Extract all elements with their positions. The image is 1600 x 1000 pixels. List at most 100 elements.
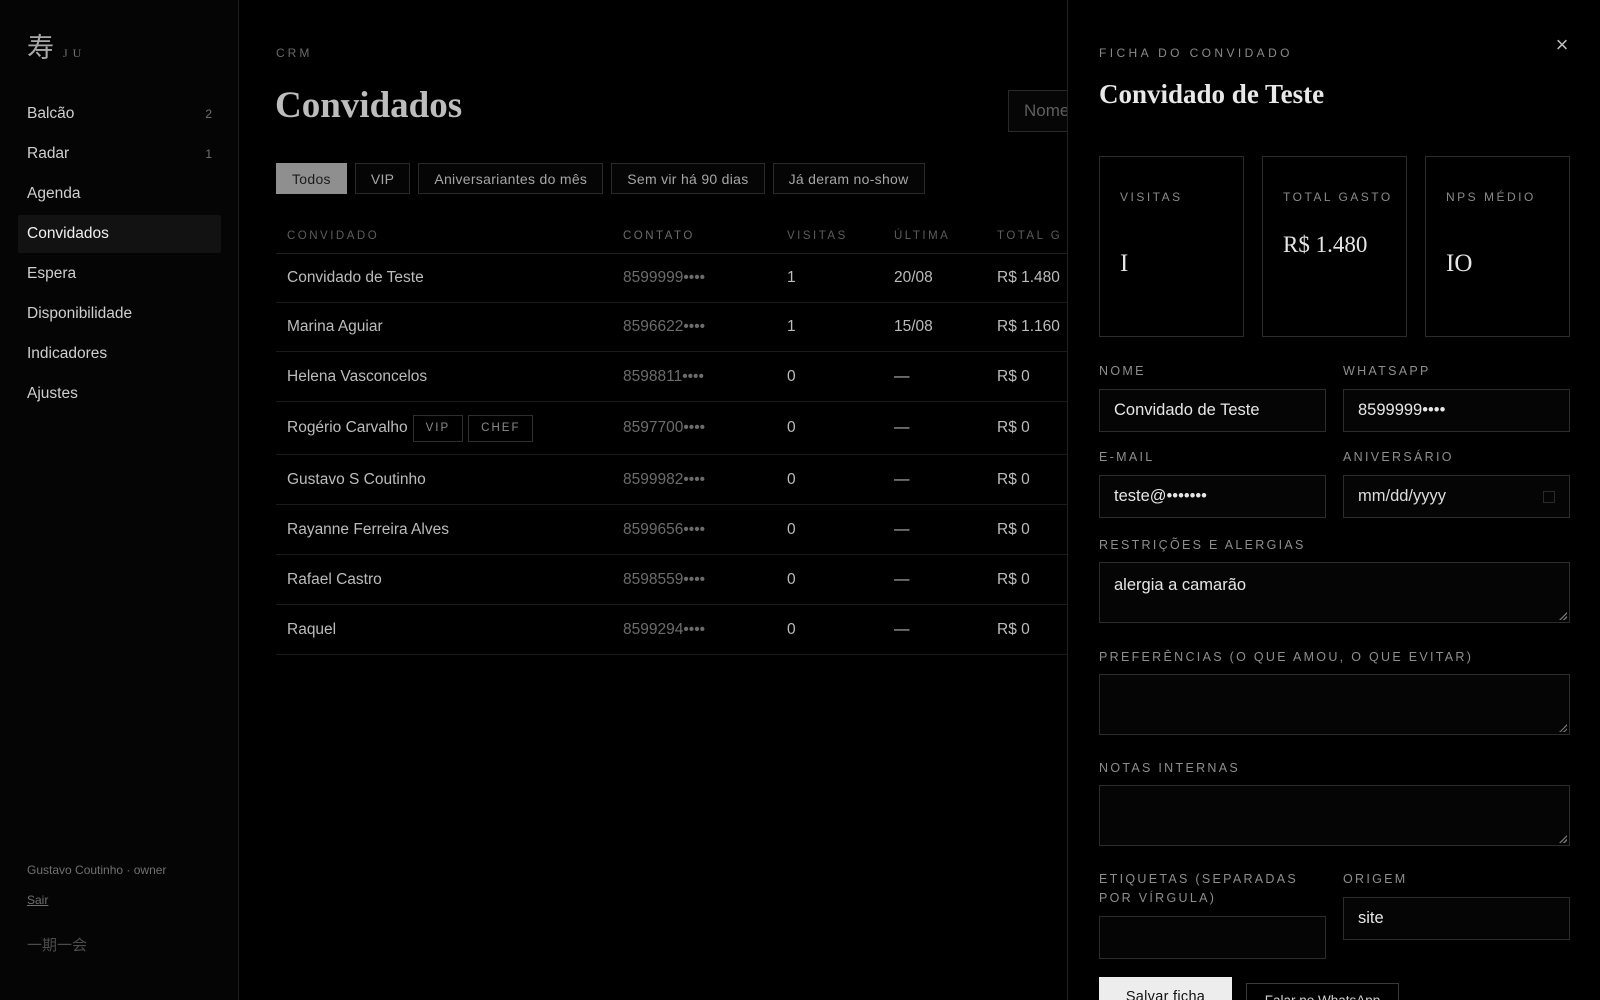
sidebar-item-label: Agenda (27, 185, 81, 202)
guest-contact: 8599656•••• (623, 520, 706, 538)
date-placeholder: mm/dd/yyyy (1358, 487, 1447, 505)
guest-name-text: Gustavo S Coutinho (287, 470, 426, 488)
brand-text: JU (63, 46, 87, 60)
resize-handle-icon[interactable] (1559, 612, 1567, 620)
restricoes-label: RESTRIÇÕES E ALERGIAS (1099, 538, 1306, 552)
email-label: E-MAIL (1099, 450, 1155, 464)
column-header-visitas[interactable]: VISITAS (787, 230, 894, 242)
guest-last-visit: — (894, 620, 910, 638)
guest-contact: 8599294•••• (623, 620, 706, 638)
main-content: CRM Convidados Todos VIP Aniversariantes… (240, 0, 1128, 1000)
table-row[interactable]: Rayanne Ferreira Alves 8599656•••• 0 — R… (276, 505, 1096, 555)
etiquetas-label-line-1: ETIQUETAS (SEPARADAS (1099, 872, 1299, 886)
sidebar-item-radar[interactable]: Radar 1 (18, 135, 221, 173)
stat-card-total-gasto: TOTAL GASTO R$ 1.480 (1262, 156, 1407, 337)
filter-aniversariantes[interactable]: Aniversariantes do mês (418, 163, 604, 194)
guest-last-visit: — (894, 367, 910, 385)
guest-contact: 8599999•••• (623, 269, 706, 286)
origem-label: ORIGEM (1343, 872, 1408, 886)
table-row[interactable]: Marina Aguiar 8596622•••• 1 15/08 R$ 1.1… (276, 303, 1096, 352)
sidebar-item-espera[interactable]: Espera (18, 255, 221, 293)
table-row[interactable]: Rafael Castro 8598559•••• 0 — R$ 0 (276, 555, 1096, 605)
brand-logo[interactable]: 寿 JU (27, 26, 86, 65)
restricoes-textarea[interactable]: alergia a camarão (1099, 562, 1570, 623)
aniversario-label: ANIVERSÁRIO (1343, 450, 1454, 464)
column-header-convidado[interactable]: CONVIDADO (276, 230, 623, 242)
stat-value: R$ 1.480 (1283, 232, 1368, 257)
filter-sem-vir-90-dias[interactable]: Sem vir há 90 dias (611, 163, 765, 194)
guest-name: Rayanne Ferreira Alves (276, 521, 623, 539)
sidebar-item-count: 1 (205, 147, 212, 161)
guest-visits: 0 (787, 570, 796, 588)
close-icon[interactable]: × (1550, 32, 1574, 57)
calendar-icon[interactable] (1543, 491, 1555, 503)
guest-visits: 1 (787, 269, 796, 286)
guest-name: Gustavo S Coutinho (276, 471, 623, 489)
filter-no-show[interactable]: Já deram no-show (772, 163, 925, 194)
email-field[interactable]: teste@••••••• (1099, 475, 1326, 518)
stat-value: I (1120, 250, 1129, 277)
guest-detail-drawer: FICHA DO CONVIDADO Convidado de Teste × … (1067, 0, 1600, 1000)
resize-handle-icon[interactable] (1559, 835, 1567, 843)
whatsapp-button[interactable]: Falar no WhatsApp (1246, 983, 1399, 1000)
table-row[interactable]: Gustavo S Coutinho 8599982•••• 0 — R$ 0 (276, 455, 1096, 505)
page-title: Convidados (275, 85, 463, 126)
etiquetas-field[interactable] (1099, 916, 1326, 959)
sidebar-item-agenda[interactable]: Agenda (18, 175, 221, 213)
guest-last-visit: — (894, 419, 910, 436)
notas-textarea[interactable] (1099, 785, 1570, 846)
etiquetas-label-line-2: POR VÍRGULA) (1099, 891, 1217, 905)
column-header-contato[interactable]: CONTATO (623, 230, 787, 242)
sidebar-item-label: Balcão (27, 105, 75, 122)
aniversario-date-field[interactable]: mm/dd/yyyy (1343, 475, 1570, 518)
sidebar-item-label: Convidados (27, 225, 109, 242)
sidebar: 寿 JU Balcão 2 Radar 1 Agenda Convidados … (0, 0, 239, 1000)
table-row[interactable]: Raquel 8599294•••• 0 — R$ 0 (276, 605, 1096, 655)
origem-field[interactable]: site (1343, 897, 1570, 940)
guest-name-text: Raquel (287, 620, 337, 638)
save-button[interactable]: Salvar ficha (1099, 977, 1232, 1000)
logout-link[interactable]: Sair (27, 893, 48, 907)
sidebar-item-convidados[interactable]: Convidados (18, 215, 221, 253)
resize-handle-icon[interactable] (1559, 724, 1567, 732)
sidebar-item-indicadores[interactable]: Indicadores (18, 335, 221, 373)
guest-name: Rafael Castro (276, 571, 623, 589)
whatsapp-label: WHATSAPP (1343, 364, 1431, 378)
sidebar-item-label: Disponibilidade (27, 305, 133, 322)
sidebar-item-count: 2 (205, 107, 212, 121)
filter-vip[interactable]: VIP (354, 163, 411, 194)
whatsapp-field[interactable]: 8599999•••• (1343, 389, 1570, 432)
table-row[interactable]: Helena Vasconcelos 8598811•••• 0 — R$ 0 (276, 352, 1096, 402)
guest-name-text: Convidado de Teste (287, 269, 424, 286)
sidebar-item-label: Radar (27, 145, 70, 162)
sidebar-item-disponibilidade[interactable]: Disponibilidade (18, 295, 221, 333)
guest-visits: 0 (787, 520, 796, 538)
preferencias-textarea[interactable] (1099, 674, 1570, 735)
table-row[interactable]: Convidado de Teste 8599999•••• 1 20/08 R… (276, 254, 1096, 303)
table-row[interactable]: Rogério Carvalho VIP CHEF 8597700•••• 0 … (276, 402, 1096, 455)
drawer-title: Convidado de Teste (1099, 79, 1325, 109)
sidebar-item-label: Espera (27, 265, 77, 282)
stat-card-nps-medio: NPS MÉDIO IO (1425, 156, 1570, 337)
restricoes-text: alergia a camarão (1114, 576, 1247, 594)
stat-value: IO (1446, 250, 1473, 277)
current-user: Gustavo Coutinho · owner (27, 863, 167, 877)
column-header-ultima[interactable]: ÚLTIMA (894, 230, 997, 242)
sidebar-item-balcao[interactable]: Balcão 2 (18, 95, 221, 133)
guest-visits: 0 (787, 620, 796, 638)
table-header: CONVIDADO CONTATO VISITAS ÚLTIMA TOTAL G (276, 218, 1096, 254)
guest-last-visit: 20/08 (894, 269, 933, 286)
filter-todos[interactable]: Todos (276, 163, 347, 194)
tag-badge-vip: VIP (412, 414, 464, 442)
sidebar-item-ajustes[interactable]: Ajustes (18, 375, 221, 413)
stat-label: TOTAL GASTO (1283, 190, 1393, 204)
guests-table: CONVIDADO CONTATO VISITAS ÚLTIMA TOTAL G… (276, 218, 1096, 655)
guest-visits: 1 (787, 318, 796, 335)
preferencias-label: PREFERÊNCIAS (O QUE AMOU, O QUE EVITAR) (1099, 650, 1474, 664)
nome-field[interactable]: Convidado de Teste (1099, 389, 1326, 432)
guest-name: Helena Vasconcelos (276, 368, 623, 386)
stat-label: VISITAS (1120, 190, 1183, 204)
guest-contact: 8596622•••• (623, 318, 706, 335)
guest-contact: 8599982•••• (623, 470, 706, 488)
guest-last-visit: — (894, 570, 910, 588)
